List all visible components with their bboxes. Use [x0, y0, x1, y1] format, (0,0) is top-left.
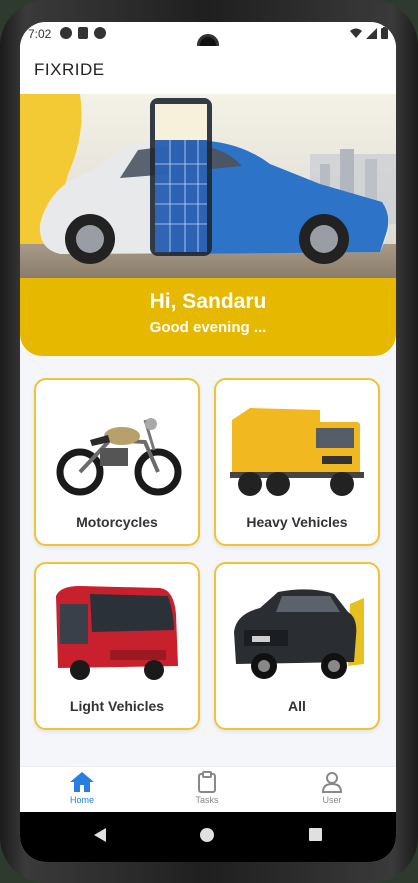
recents-icon[interactable]	[309, 828, 322, 841]
category-label: Light Vehicles	[69, 698, 165, 714]
system-navigation-bar	[20, 812, 396, 862]
status-notification-icons	[60, 27, 106, 39]
home-icon	[70, 772, 94, 792]
notification-a-icon	[60, 27, 72, 39]
category-card-light-vehicles[interactable]: Light Vehicles	[34, 562, 200, 730]
battery-icon	[381, 27, 388, 39]
home-button-icon[interactable]	[200, 828, 214, 842]
wifi-icon	[350, 28, 362, 38]
back-icon[interactable]	[94, 828, 108, 842]
category-card-heavy-vehicles[interactable]: Heavy Vehicles	[214, 378, 380, 546]
greeting-text: Hi, Sandaru	[149, 290, 267, 313]
sync-icon	[94, 27, 106, 39]
nav-user[interactable]: User	[292, 771, 372, 805]
status-bar: 7:02	[20, 22, 396, 56]
bus-image	[56, 586, 178, 680]
hero-banner: Hi, Sandaru Good evening ...	[20, 94, 396, 356]
nav-label-home: Home	[69, 795, 94, 805]
category-card-motorcycles[interactable]: Motorcycles	[34, 378, 200, 546]
sim-card-icon	[78, 27, 88, 39]
greeting-subtitle: Good evening ...	[149, 319, 267, 336]
phone-frame: 7:02 FIXRIDE Hi, Sandaru Good evening ..…	[0, 0, 418, 883]
status-time: 7:02	[28, 27, 52, 41]
app-bar: FIXRIDE	[20, 46, 396, 94]
bottom-navigation: Home Tasks User	[20, 766, 396, 812]
nav-label-user: User	[322, 795, 342, 805]
signal-icon	[366, 27, 377, 39]
screen: 7:02 FIXRIDE Hi, Sandaru Good evening ..…	[20, 22, 396, 862]
nav-tasks[interactable]: Tasks	[167, 771, 247, 805]
motorcycle-image	[56, 418, 182, 496]
nav-label-tasks: Tasks	[195, 795, 219, 805]
nav-home[interactable]: Home	[42, 771, 122, 805]
user-icon	[321, 772, 343, 793]
hero-car-phone-image	[20, 94, 396, 278]
category-card-all[interactable]: All	[214, 562, 380, 730]
clipboard-icon	[198, 771, 216, 793]
truck-image	[230, 408, 364, 496]
status-system-icons	[350, 27, 388, 39]
category-label: Motorcycles	[76, 514, 158, 530]
suv-image	[234, 589, 364, 679]
category-label: Heavy Vehicles	[246, 514, 348, 530]
app-title: FIXRIDE	[34, 60, 105, 79]
category-label: All	[288, 698, 306, 714]
